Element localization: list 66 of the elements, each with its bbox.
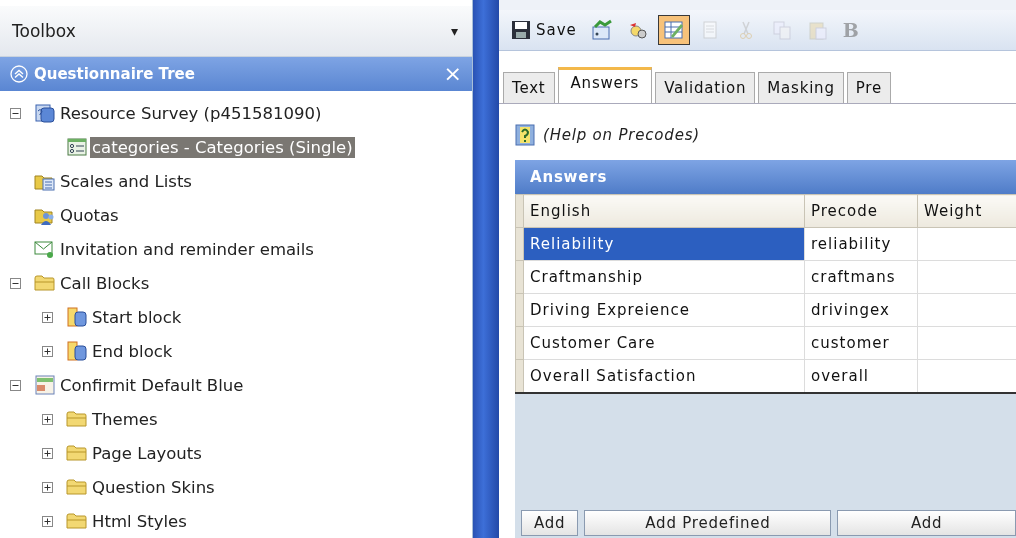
table-cell[interactable]: drivingex <box>804 293 918 327</box>
table-cell[interactable]: Reliability <box>523 227 805 261</box>
tree-item[interactable]: Start block <box>90 306 184 328</box>
tree-item[interactable]: categories - Categories (Single) <box>90 136 355 158</box>
collapse-toggle-icon[interactable] <box>10 277 21 289</box>
dropdown-button[interactable]: ▾ <box>446 21 462 41</box>
tree-item[interactable]: Quotas <box>58 204 121 226</box>
column-header[interactable]: Weight <box>917 194 1016 228</box>
panel-title: Answers <box>515 160 1016 194</box>
tree-item[interactable]: End block <box>90 340 175 362</box>
table-cell[interactable]: reliability <box>804 227 918 261</box>
table-cell[interactable]: Craftmanship <box>523 260 805 294</box>
add-button[interactable]: Add <box>521 510 579 536</box>
expand-toggle-icon[interactable] <box>42 413 53 425</box>
folder-icon <box>66 442 88 464</box>
tree-item[interactable]: Invitation and reminder emails <box>58 238 316 260</box>
expand-toggle-icon[interactable] <box>42 447 53 459</box>
table-cell[interactable]: Driving Expreience <box>523 293 805 327</box>
folder-icon <box>66 476 88 498</box>
tab[interactable]: Validation <box>655 72 756 103</box>
collapse-toggle-icon[interactable] <box>10 379 21 391</box>
chart-icon <box>590 19 613 41</box>
collapse-icon[interactable] <box>10 65 28 83</box>
table-cell[interactable]: craftmans <box>804 260 918 294</box>
save-icon <box>510 19 532 41</box>
toolbar-button[interactable] <box>657 15 690 45</box>
list-icon <box>66 136 88 158</box>
tree-item[interactable]: Resource Survey (p451581090) <box>58 102 324 124</box>
tree-item[interactable]: Question Skins <box>90 476 217 498</box>
layout-icon <box>34 374 56 396</box>
tree-item[interactable]: Page Layouts <box>90 442 204 464</box>
copy-icon <box>770 19 793 41</box>
tree-item[interactable]: Themes <box>90 408 160 430</box>
document-icon <box>34 102 56 124</box>
help-link[interactable]: (Help on Precodes) <box>543 126 700 144</box>
toolbox-title: Toolbox <box>12 21 76 41</box>
folder-icon <box>66 408 88 430</box>
block-icon <box>66 340 88 362</box>
column-header[interactable]: Precode <box>804 194 918 228</box>
tree-item[interactable]: Call Blocks <box>58 272 152 294</box>
folder-icon <box>66 510 88 532</box>
tab[interactable]: Answers <box>557 67 653 103</box>
panel-title: Questionnaire Tree <box>34 65 196 83</box>
tab[interactable]: Text <box>503 72 555 103</box>
tab[interactable]: Masking <box>758 72 844 103</box>
table-cell[interactable]: Customer Care <box>523 326 805 360</box>
tree-item[interactable]: Confirmit Default Blue <box>58 374 246 396</box>
expand-toggle-icon[interactable] <box>42 481 53 493</box>
expand-toggle-icon[interactable] <box>42 345 53 357</box>
table-cell[interactable]: customer <box>804 326 918 360</box>
expand-toggle-icon[interactable] <box>42 515 53 527</box>
expand-toggle-icon[interactable] <box>42 311 53 323</box>
add-button[interactable]: Add <box>837 510 1016 536</box>
add-button[interactable]: Add Predefined <box>584 510 832 536</box>
paste-icon <box>806 19 829 41</box>
collapse-toggle-icon[interactable] <box>10 107 21 119</box>
tab[interactable]: Pre <box>846 72 891 103</box>
table-edit-icon <box>662 19 685 41</box>
folder-icon <box>34 272 56 294</box>
block-icon <box>66 306 88 328</box>
column-header[interactable]: English <box>523 194 805 228</box>
tree-item[interactable]: Html Styles <box>90 510 189 532</box>
tree-item[interactable]: Scales and Lists <box>58 170 194 192</box>
help-icon <box>515 124 535 146</box>
save-button[interactable]: Save <box>505 15 582 45</box>
envelope-icon <box>34 238 56 260</box>
